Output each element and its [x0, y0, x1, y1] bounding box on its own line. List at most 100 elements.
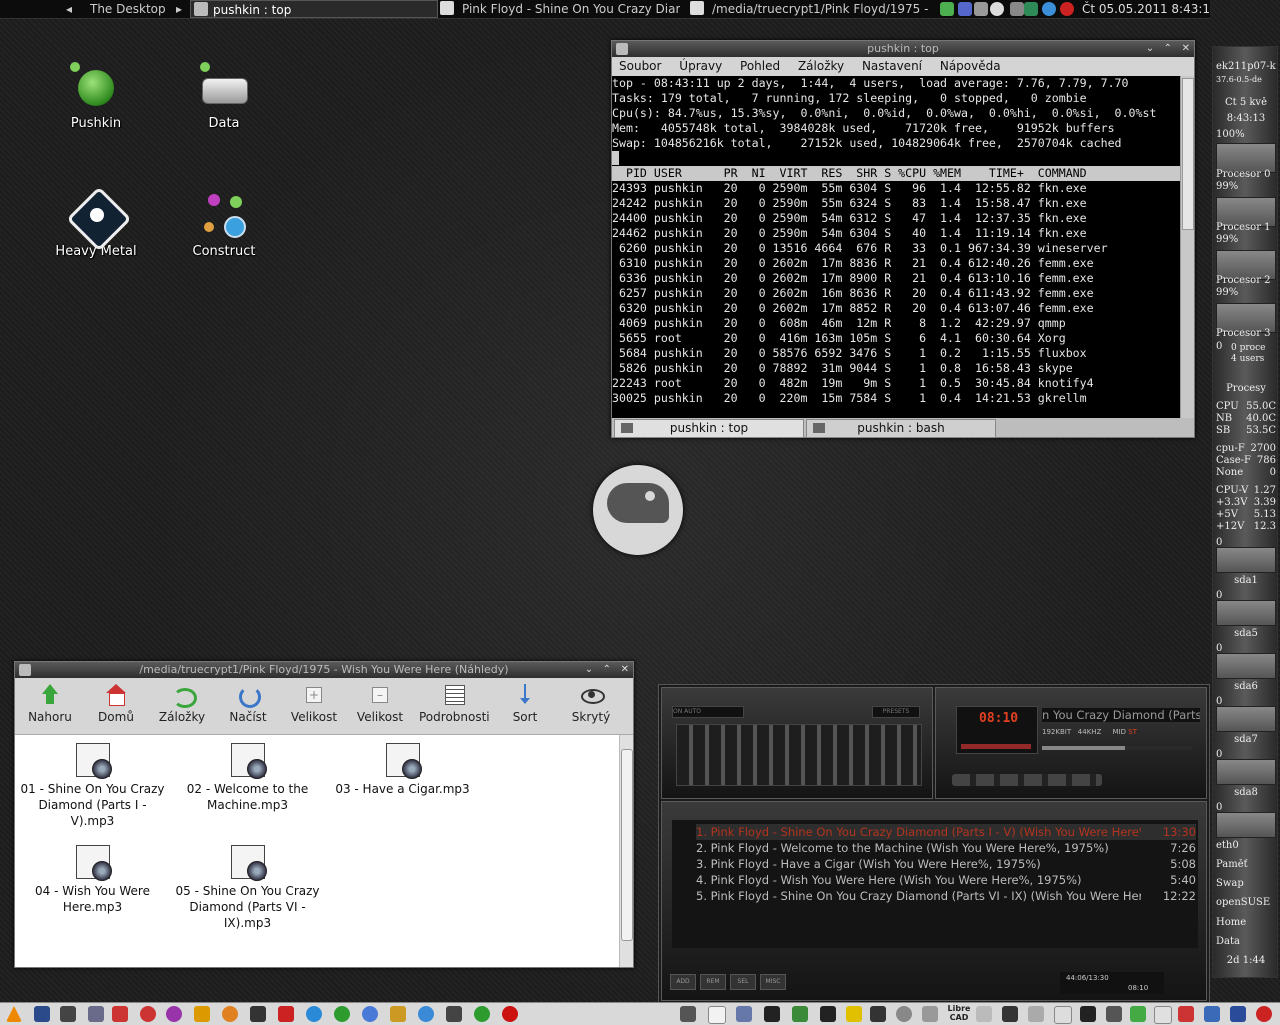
app-icon[interactable]	[88, 1006, 104, 1022]
task-filemanager[interactable]: /media/truecrypt1/Pink Floyd/1975 - Wis	[690, 0, 930, 18]
skype-icon[interactable]	[306, 1006, 322, 1022]
file-item[interactable]: 01 - Shine On You Crazy Diamond (Parts I…	[15, 743, 170, 829]
app-icon[interactable]	[1080, 1006, 1096, 1022]
menu-zalozky[interactable]: Záložky	[798, 59, 844, 73]
app-icon[interactable]	[34, 1006, 50, 1022]
eq-toggle[interactable]: ON AUTO	[672, 706, 744, 718]
file-item[interactable]: 02 - Welcome to the Machine.mp3	[170, 743, 325, 813]
app-icon[interactable]	[166, 1006, 182, 1022]
app-icon[interactable]	[1154, 1006, 1172, 1024]
home-button[interactable]: Domů	[84, 682, 148, 724]
reload-button[interactable]: Načíst	[216, 682, 280, 724]
app-icon[interactable]	[250, 1006, 266, 1022]
filemanager-titlebar[interactable]: /media/truecrypt1/Pink Floyd/1975 - Wish…	[15, 662, 633, 678]
terminal-output[interactable]: top - 08:43:11 up 2 days, 1:44, 4 users,…	[612, 76, 1180, 418]
maximize-icon[interactable]: ⌃	[1164, 43, 1172, 54]
app-icon[interactable]	[140, 1006, 156, 1022]
tab-pushkin-top[interactable]: pushkin : top	[614, 419, 804, 438]
tray-clock-icon[interactable]	[990, 2, 1004, 16]
menu-upravy[interactable]: Úpravy	[679, 59, 722, 73]
task-media[interactable]: Pink Floyd - Shine On You Crazy Diamo	[440, 0, 680, 18]
librecad-launcher[interactable]: Libre CAD	[946, 1004, 972, 1022]
playlist-item[interactable]: 4. Pink Floyd - Wish You Were Here (Wish…	[696, 872, 1196, 888]
menu-soubor[interactable]: Soubor	[619, 59, 661, 73]
transport-controls[interactable]	[952, 774, 1102, 786]
playlist-item[interactable]: 2. Pink Floyd - Welcome to the Machine (…	[696, 840, 1196, 856]
app-icon[interactable]	[60, 1006, 76, 1022]
headphones-icon[interactable]	[222, 1006, 238, 1022]
menu-pohled[interactable]: Pohled	[740, 59, 780, 73]
playlist-item[interactable]: 3. Pink Floyd - Have a Cigar (Wish You W…	[696, 856, 1196, 872]
app-icon[interactable]	[390, 1006, 406, 1022]
add-button[interactable]: ADD	[670, 974, 696, 990]
bookmarks-button[interactable]: Záložky	[150, 682, 214, 724]
app-icon[interactable]	[1204, 1006, 1220, 1022]
up-button[interactable]: Nahoru	[18, 682, 82, 724]
file-item[interactable]: 03 - Have a Cigar.mp3	[325, 743, 480, 797]
zoom-out-button[interactable]: – Velikost	[348, 682, 412, 724]
app-icon[interactable]	[922, 1006, 938, 1022]
file-item[interactable]: 05 - Shine On You Crazy Diamond (Parts V…	[170, 845, 325, 931]
tab-pushkin-bash[interactable]: pushkin : bash	[806, 419, 996, 438]
file-view[interactable]: 01 - Shine On You Crazy Diamond (Parts I…	[15, 735, 620, 967]
app-icon[interactable]	[976, 1006, 992, 1022]
desktop-icon-construct[interactable]: Construct	[174, 192, 274, 259]
tray-battery-icon[interactable]	[1010, 2, 1024, 16]
desktop-icon-data[interactable]: Data	[174, 62, 274, 131]
prev-desktop-icon[interactable]: ◂	[66, 0, 76, 18]
scrollbar-thumb[interactable]	[621, 749, 633, 941]
tray-volume-icon[interactable]	[974, 2, 988, 16]
app-icon[interactable]	[418, 1006, 434, 1022]
desktop-name[interactable]: The Desktop	[90, 0, 170, 18]
maximize-icon[interactable]: ⌃	[603, 664, 611, 675]
app-icon[interactable]	[1178, 1006, 1194, 1022]
misc-button[interactable]: MISC	[760, 974, 786, 990]
hidden-files-button[interactable]: Skrytý	[559, 682, 623, 724]
app-icon[interactable]	[1002, 1006, 1018, 1022]
tray-clover-icon[interactable]	[1024, 2, 1038, 16]
app-icon[interactable]	[1054, 1006, 1072, 1024]
file-view-scrollbar[interactable]	[619, 735, 633, 967]
file-item[interactable]: 04 - Wish You Were Here.mp3	[15, 845, 170, 915]
app-icon[interactable]	[736, 1006, 752, 1022]
app-icon[interactable]	[278, 1006, 294, 1022]
app-icon[interactable]	[362, 1006, 378, 1022]
title-marquee[interactable]: n You Crazy Diamond (Parts	[1042, 708, 1200, 722]
playlist-item[interactable]: 1. Pink Floyd - Shine On You Crazy Diamo…	[696, 824, 1196, 840]
sort-button[interactable]: Sort	[493, 682, 557, 724]
seek-bar[interactable]	[1042, 746, 1192, 750]
minimize-icon[interactable]: ⌄	[1146, 43, 1154, 54]
app-icon[interactable]	[1256, 1006, 1272, 1022]
tray-update-icon[interactable]	[940, 2, 954, 16]
terminal-scrollbar[interactable]	[1180, 76, 1194, 418]
app-icon[interactable]	[792, 1006, 808, 1022]
app-icon[interactable]	[820, 1006, 836, 1022]
zoom-in-button[interactable]: + Velikost	[282, 682, 346, 724]
app-icon[interactable]	[846, 1006, 862, 1022]
close-icon[interactable]: ✕	[1182, 43, 1190, 54]
playlist-item[interactable]: 5. Pink Floyd - Shine On You Crazy Diamo…	[696, 888, 1196, 904]
playlist[interactable]: 1. Pink Floyd - Shine On You Crazy Diamo…	[672, 820, 1198, 948]
app-icon[interactable]	[896, 1006, 912, 1022]
terminal-icon[interactable]	[680, 1006, 696, 1022]
desktop-icon-heavy-metal[interactable]: Heavy Metal	[46, 186, 146, 259]
select-button[interactable]: SEL	[730, 974, 756, 990]
icq-icon[interactable]	[334, 1006, 350, 1022]
remove-button[interactable]: REM	[700, 974, 726, 990]
clock[interactable]: Čt 05.05.2011 8:43:13	[1082, 0, 1210, 18]
app-icon[interactable]	[764, 1006, 780, 1022]
eq-sliders[interactable]	[676, 724, 922, 786]
app-icon[interactable]	[112, 1006, 128, 1022]
next-desktop-icon[interactable]: ▸	[176, 0, 186, 18]
java-icon[interactable]	[1230, 1006, 1246, 1022]
minimize-icon[interactable]: ⌄	[585, 664, 593, 675]
menu-napoveda[interactable]: Nápověda	[940, 59, 1001, 73]
tray-skype-icon[interactable]	[1042, 2, 1056, 16]
konsole-titlebar[interactable]: pushkin : top ⌄ ⌃ ✕	[612, 41, 1194, 57]
tray-keyboard-icon[interactable]	[958, 2, 972, 16]
task-pushkin-top[interactable]: pushkin : top	[190, 0, 438, 18]
app-icon[interactable]	[1106, 1006, 1122, 1022]
scrollbar-thumb[interactable]	[1182, 78, 1194, 230]
app-icon[interactable]	[870, 1006, 886, 1022]
tray-opera-icon[interactable]	[1060, 2, 1074, 16]
